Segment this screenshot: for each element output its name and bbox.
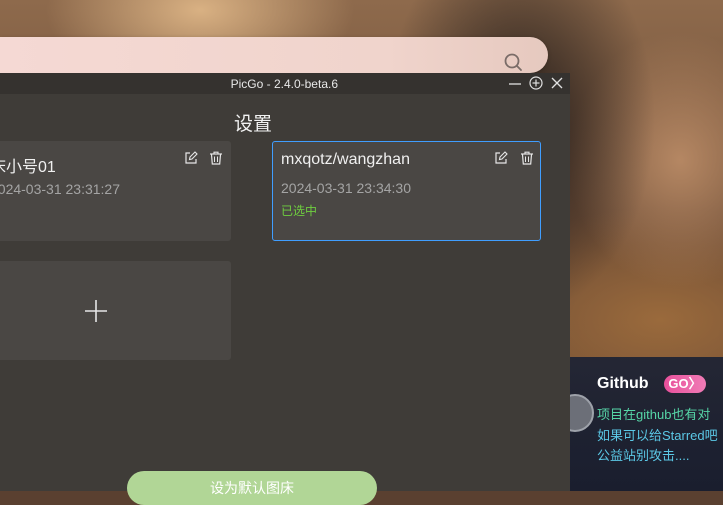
github-line-2: 如果可以给Starred吧: [597, 428, 718, 443]
github-line-1: 项目在github也有对: [597, 407, 711, 422]
page-title: 设置: [233, 114, 272, 135]
card-name: 床小号01: [0, 159, 56, 176]
edit-icon[interactable]: [184, 151, 198, 165]
picgo-window: PicGo - 2.4.0-beta.6 设置 床小号01 2024-03-31…: [0, 73, 570, 505]
delete-icon[interactable]: [520, 151, 534, 165]
config-card[interactable]: 床小号01 2024-03-31 23:31:27: [0, 141, 231, 241]
close-icon[interactable]: [550, 76, 564, 90]
set-default-button[interactable]: 设为默认图床: [127, 471, 377, 505]
title-bar[interactable]: PicGo - 2.4.0-beta.6: [0, 73, 570, 94]
selected-status-label: 已选中: [281, 204, 318, 218]
github-title: Github: [597, 375, 649, 392]
github-line-3: 公益站别攻击....: [597, 448, 690, 463]
plus-icon: [85, 300, 107, 322]
search-icon[interactable]: [503, 52, 523, 72]
card-time: 2024-03-31 23:31:27: [0, 181, 120, 197]
edit-icon[interactable]: [494, 151, 508, 165]
window-title: PicGo - 2.4.0-beta.6: [230, 77, 338, 91]
minimize-icon[interactable]: [508, 76, 522, 90]
card-time: 2024-03-31 23:34:30: [281, 180, 411, 196]
pin-icon[interactable]: [529, 76, 543, 90]
delete-icon[interactable]: [209, 151, 223, 165]
github-go-badge[interactable]: GO〉: [664, 375, 706, 393]
config-card-selected[interactable]: mxqotz/wangzhan 2024-03-31 23:34:30 已选中: [272, 141, 541, 241]
card-name: mxqotz/wangzhan: [281, 151, 410, 168]
search-bar[interactable]: [0, 37, 548, 73]
add-config-card[interactable]: [0, 261, 231, 360]
